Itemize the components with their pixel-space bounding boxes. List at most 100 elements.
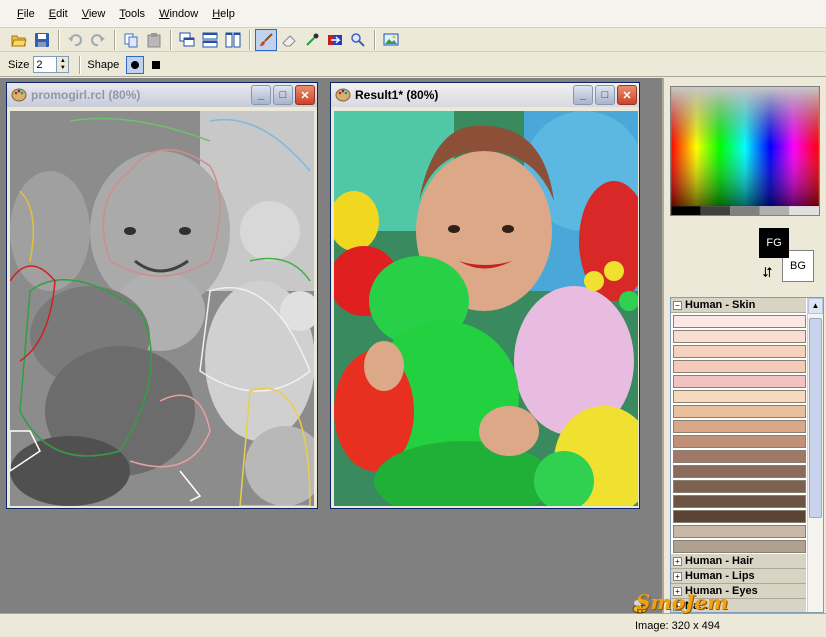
brush-tool-button[interactable]	[255, 28, 277, 51]
skin-color-swatch[interactable]	[673, 420, 806, 433]
tile-vertical-icon	[225, 32, 241, 47]
open-folder-icon	[11, 35, 27, 46]
source-maximize-button[interactable]: □	[273, 85, 293, 105]
toolbar-separator	[249, 29, 251, 50]
skin-color-swatch[interactable]	[673, 375, 806, 388]
skin-color-swatch[interactable]	[673, 345, 806, 358]
main-toolbar	[0, 28, 826, 52]
swatch-library: − Human - Skin + Human - Hair + Human - …	[670, 297, 824, 613]
minimize-icon: _	[579, 89, 587, 101]
result-image-window[interactable]: Result1* (80%) _ □ ✕	[330, 82, 640, 509]
skin-color-swatch[interactable]	[673, 450, 806, 463]
menu-edit[interactable]: Edit	[42, 8, 75, 20]
tile-horizontal-button[interactable]	[199, 29, 221, 51]
expand-icon[interactable]: +	[673, 571, 682, 581]
cascade-windows-button[interactable]	[176, 29, 198, 51]
size-spinner[interactable]: ▲ ▼	[57, 56, 70, 73]
status-bar: Image: 320 x 494	[0, 613, 826, 637]
result-close-button[interactable]: ✕	[617, 85, 637, 105]
swatch-group-skin[interactable]: − Human - Skin	[671, 298, 806, 313]
skin-color-swatch[interactable]	[673, 480, 806, 493]
expand-icon[interactable]: +	[673, 556, 682, 566]
color-panel: BG FG ⮃ − Human - Skin + Human - Hair + …	[662, 78, 826, 613]
eyedropper-tool-button[interactable]	[301, 29, 323, 51]
mdi-workspace: promogirl.rcl (80%) _ □ ✕ Result1* (80%)…	[0, 78, 662, 613]
menu-view[interactable]: View	[75, 8, 113, 20]
swatch-group-hair[interactable]: + Human - Hair	[671, 554, 806, 569]
close-icon: ✕	[622, 89, 632, 102]
palette-icon	[11, 88, 27, 102]
palette-icon	[335, 88, 351, 102]
cascade-icon	[179, 32, 195, 46]
shape-square-button[interactable]	[147, 56, 165, 74]
skin-color-swatch[interactable]	[673, 525, 806, 538]
skin-color-swatch[interactable]	[673, 540, 806, 553]
size-label: Size	[8, 58, 30, 71]
watermark-logo: SmoJem	[636, 590, 729, 614]
skin-color-swatch[interactable]	[673, 330, 806, 343]
eraser-tool-button[interactable]	[278, 29, 300, 51]
collapse-icon[interactable]: −	[673, 300, 682, 310]
menu-edit-mnemonic: E	[48, 7, 57, 20]
menu-file[interactable]: File	[10, 8, 42, 20]
paste-button[interactable]	[143, 29, 165, 51]
skin-color-swatch[interactable]	[673, 360, 806, 373]
options-separator	[79, 55, 82, 74]
swap-colors-icon[interactable]: ⮃	[762, 264, 773, 281]
skin-color-swatch[interactable]	[673, 465, 806, 478]
skin-color-swatch[interactable]	[673, 405, 806, 418]
spin-up-icon[interactable]: ▲	[60, 58, 66, 64]
scroll-up-icon[interactable]: ▲	[808, 298, 823, 314]
menu-help-label: elp	[220, 7, 235, 20]
source-minimize-button[interactable]: _	[251, 85, 271, 105]
skin-color-swatch[interactable]	[673, 510, 806, 523]
skin-color-swatch[interactable]	[673, 435, 806, 448]
undo-button[interactable]	[64, 29, 86, 51]
skin-color-swatch[interactable]	[673, 390, 806, 403]
maximize-icon: □	[279, 89, 287, 101]
result-image-canvas[interactable]	[334, 111, 638, 506]
square-shape-icon	[152, 60, 161, 69]
scroll-thumb[interactable]	[809, 318, 822, 518]
tile-horizontal-icon	[202, 32, 218, 47]
zoom-tool-button[interactable]	[347, 29, 369, 51]
menu-window[interactable]: Window	[152, 8, 205, 20]
skin-color-swatch[interactable]	[673, 495, 806, 508]
shape-circle-button[interactable]	[126, 55, 145, 74]
redo-button[interactable]	[87, 29, 109, 51]
source-image-window[interactable]: promogirl.rcl (80%) _ □ ✕	[6, 82, 318, 509]
source-image-canvas[interactable]	[10, 111, 314, 506]
apply-colors-button[interactable]	[324, 29, 346, 51]
menu-tools[interactable]: Tools	[112, 8, 152, 20]
toolbar-separator	[374, 29, 376, 50]
menu-tools-label: ools	[124, 7, 146, 20]
menu-edit-label: dit	[56, 7, 68, 20]
menu-help[interactable]: Help	[205, 8, 242, 20]
menu-file-label: ile	[23, 7, 35, 20]
undo-icon	[68, 33, 82, 46]
save-button[interactable]	[31, 29, 53, 51]
size-input[interactable]	[33, 56, 58, 73]
copy-button[interactable]	[120, 29, 142, 51]
circle-shape-icon	[131, 60, 140, 69]
menu-file-mnemonic: F	[17, 7, 24, 20]
color-palette-picker[interactable]	[670, 86, 820, 216]
menu-help-mnemonic: H	[212, 7, 221, 20]
swatch-group-lips[interactable]: + Human - Lips	[671, 569, 806, 584]
result-maximize-button[interactable]: □	[595, 85, 615, 105]
skin-color-swatch[interactable]	[673, 315, 806, 328]
result-window-titlebar[interactable]: Result1* (80%) _ □ ✕	[331, 83, 639, 107]
foreground-color-swatch[interactable]: FG	[759, 228, 789, 258]
eraser-icon	[282, 34, 296, 46]
result-minimize-button[interactable]: _	[573, 85, 593, 105]
spin-down-icon[interactable]: ▼	[60, 65, 66, 71]
source-close-button[interactable]: ✕	[295, 85, 315, 105]
save-disk-icon	[35, 32, 49, 47]
tile-vertical-button[interactable]	[222, 29, 244, 51]
menu-bar: File Edit View Tools Window Help	[0, 0, 826, 28]
swatch-scrollbar[interactable]: ▲	[807, 298, 823, 612]
open-button[interactable]	[8, 29, 30, 51]
source-window-titlebar[interactable]: promogirl.rcl (80%) _ □ ✕	[7, 83, 317, 107]
image-preview-button[interactable]	[380, 29, 402, 51]
color-apply-icon	[328, 34, 342, 45]
